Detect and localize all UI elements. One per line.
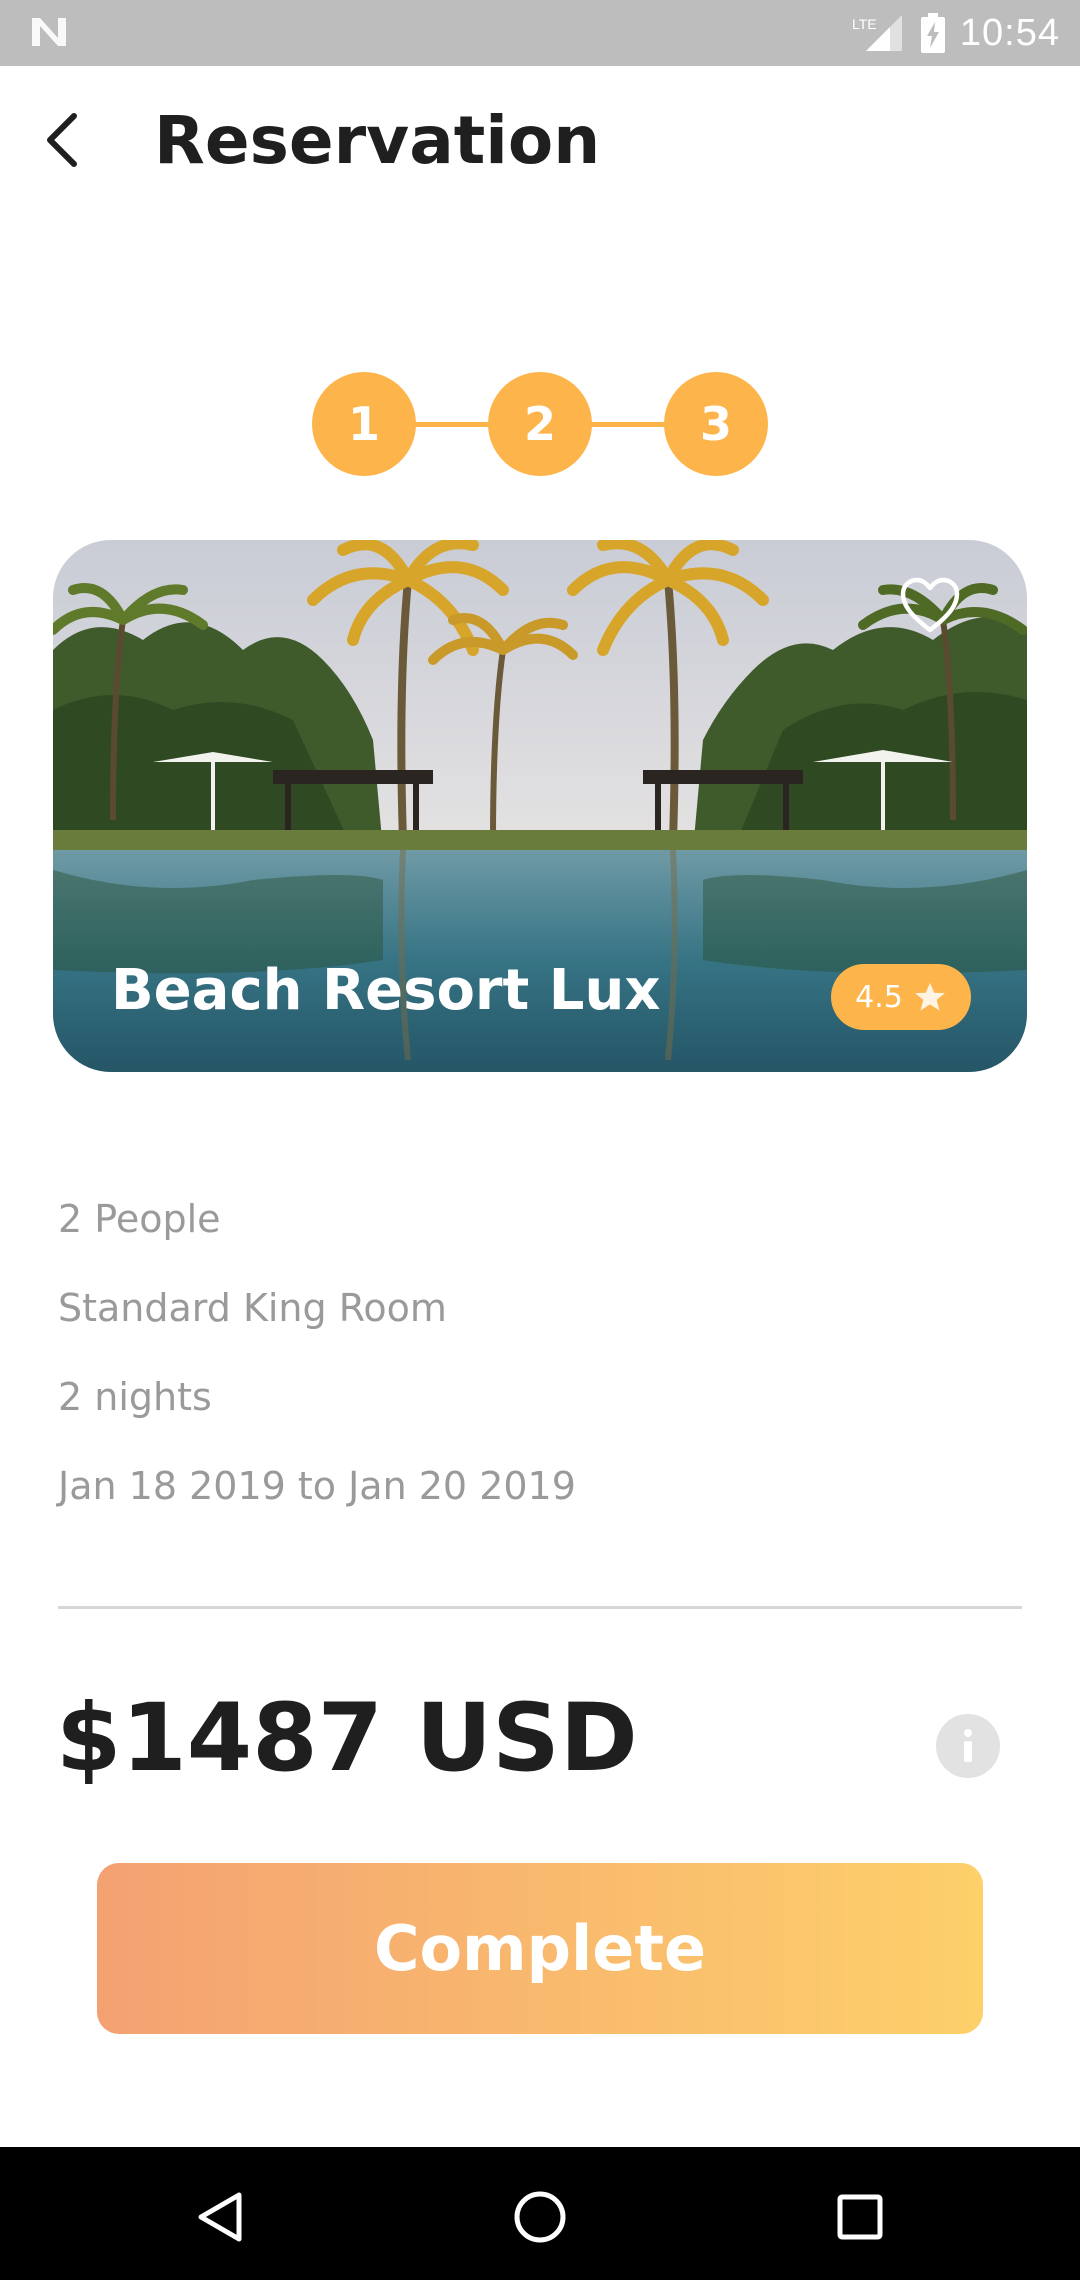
rating-badge: 4.5 (831, 964, 971, 1030)
recents-square-icon (837, 2194, 883, 2240)
heart-outline-icon[interactable] (899, 576, 961, 634)
complete-button[interactable]: Complete (97, 1863, 983, 2034)
step-connector (578, 422, 678, 427)
divider (58, 1606, 1022, 1609)
battery-charging-icon (920, 13, 945, 53)
step-1[interactable]: 1 (312, 372, 416, 476)
page-title: Reservation (154, 102, 601, 179)
reservation-details: 2 People Standard King Room 2 nights Jan… (58, 1180, 576, 1536)
nav-home-button[interactable] (500, 2177, 580, 2257)
status-time: 10:54 (959, 11, 1060, 54)
home-circle-icon (514, 2191, 566, 2243)
back-triangle-icon (198, 2192, 242, 2242)
network-type-label: LTE (852, 16, 877, 32)
progress-stepper: 1 2 3 (312, 372, 768, 476)
chevron-left-icon (47, 113, 77, 167)
price-info-button[interactable] (936, 1714, 1000, 1778)
step-3[interactable]: 3 (664, 372, 768, 476)
hotel-card[interactable]: Beach Resort Lux 4.5 (53, 540, 1027, 1072)
notification-n-icon (32, 18, 66, 46)
app-header: Reservation (0, 66, 1080, 226)
status-bar: LTE 10:54 (0, 0, 1080, 66)
status-icons: LTE 10:54 (852, 0, 1060, 66)
signal-icon: LTE (852, 15, 902, 51)
step-2[interactable]: 2 (488, 372, 592, 476)
detail-room: Standard King Room (58, 1286, 447, 1330)
detail-dates: Jan 18 2019 to Jan 20 2019 (58, 1464, 576, 1508)
detail-people: 2 People (58, 1197, 221, 1241)
nav-back-button[interactable] (180, 2177, 260, 2257)
info-icon (964, 1729, 972, 1762)
nav-recents-button[interactable] (820, 2177, 900, 2257)
total-price: $1487 USD (56, 1684, 638, 1793)
hotel-name: Beach Resort Lux (111, 958, 661, 1023)
system-nav-bar (0, 2147, 1080, 2280)
back-button[interactable] (30, 108, 94, 172)
rating-value: 4.5 (855, 979, 903, 1015)
detail-nights: 2 nights (58, 1375, 212, 1419)
star-icon (914, 982, 945, 1011)
